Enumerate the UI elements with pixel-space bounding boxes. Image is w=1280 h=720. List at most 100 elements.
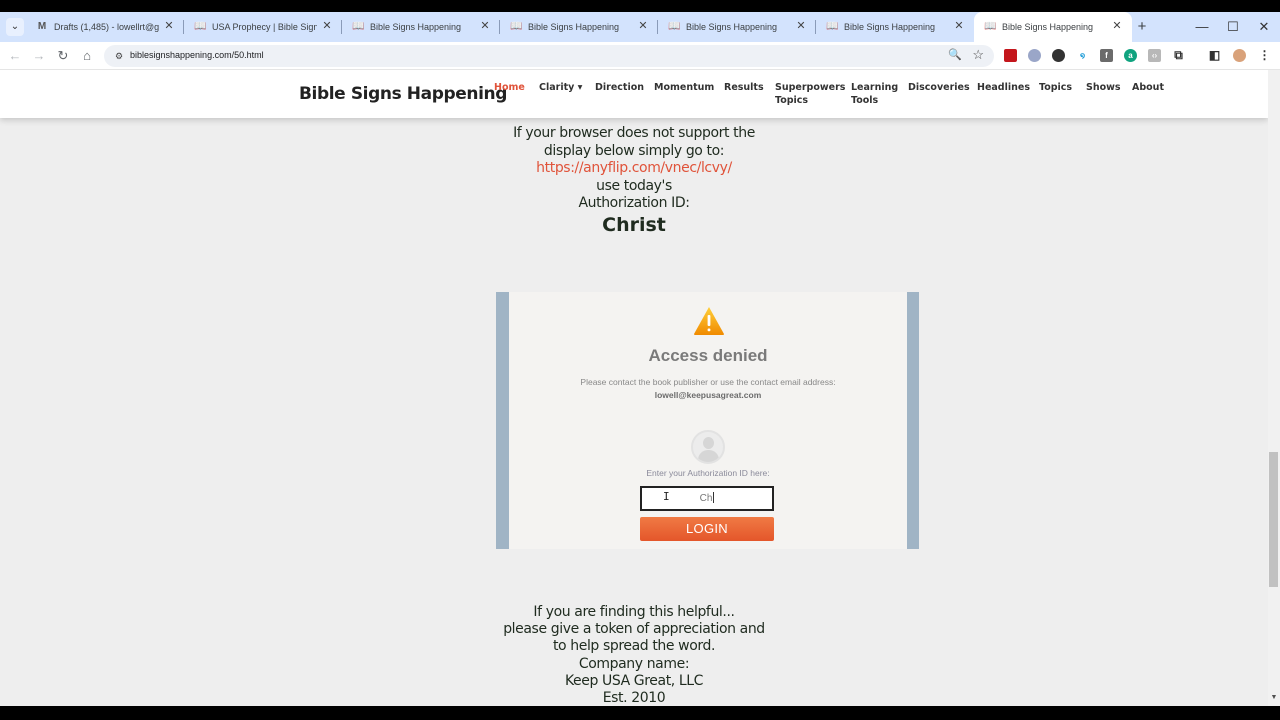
- book-icon: 📖: [984, 21, 997, 32]
- nav-momentum[interactable]: Momentum: [654, 81, 714, 94]
- intro-line: If your browser does not support the: [513, 125, 755, 141]
- facebook-extension-icon[interactable]: f: [1100, 49, 1113, 62]
- profile-avatar[interactable]: [1233, 49, 1246, 62]
- site-info-icon[interactable]: ⚙: [112, 49, 126, 63]
- tab-bible-signs-active[interactable]: 📖 Bible Signs Happening ✕: [974, 12, 1132, 42]
- address-bar[interactable]: ⚙ biblesignshappening.com/50.html 🔍 ☆: [104, 45, 994, 67]
- a-extension-icon[interactable]: a: [1124, 49, 1137, 62]
- nav-results[interactable]: Results: [724, 81, 764, 94]
- scroll-down-arrow-icon[interactable]: ▼: [1268, 694, 1280, 704]
- tab-title: Bible Signs Happening: [844, 22, 936, 32]
- tab-bible-signs-3[interactable]: 📖 Bible Signs Happening ✕: [658, 12, 816, 42]
- close-tab-icon[interactable]: ✕: [636, 19, 650, 33]
- tab-strip: ⌄ M Drafts (1,485) - lowellrt@gmail ✕ 📖 …: [0, 12, 1280, 42]
- browser-menu-icon[interactable]: ⋮: [1258, 49, 1271, 62]
- appreciation-line: to help spread the word.: [552, 638, 716, 655]
- input-value: Ch: [699, 493, 713, 504]
- new-tab-button[interactable]: +: [1133, 18, 1151, 36]
- site-header: Bible Signs Happening Home Clarity ▾ Dir…: [0, 70, 1268, 118]
- close-tab-icon[interactable]: ✕: [162, 19, 176, 33]
- access-denied-title: Access denied: [648, 346, 768, 365]
- close-tab-icon[interactable]: ✕: [794, 19, 808, 33]
- authorization-id-label: Enter your Authorization ID here:: [646, 468, 770, 478]
- anyflip-link[interactable]: https://anyflip.com/vnec/lcvy/: [434, 160, 834, 178]
- tab-title: Drafts (1,485) - lowellrt@gmail: [54, 22, 159, 32]
- tab-title: Bible Signs Happening: [528, 22, 620, 32]
- access-denied-panel: Access denied Please contact the book pu…: [509, 292, 907, 549]
- authorization-id-input[interactable]: Ch: [640, 486, 774, 511]
- text-caret: [713, 492, 715, 503]
- maximize-button[interactable]: ☐: [1223, 17, 1243, 37]
- back-button[interactable]: ←: [6, 47, 24, 65]
- window-close-button[interactable]: ✕: [1254, 17, 1274, 37]
- nav-learning-tools[interactable]: Learning Tools: [851, 81, 898, 107]
- appreciation-line: If you are finding this helpful...: [533, 604, 735, 620]
- nav-discoveries[interactable]: Discoveries: [908, 81, 970, 94]
- tab-usa-prophecy[interactable]: 📖 USA Prophecy | Bible Signs Hap ✕: [184, 12, 342, 42]
- tab-search-button[interactable]: ⌄: [6, 18, 24, 36]
- reload-button[interactable]: ↻: [54, 47, 72, 65]
- avatar-head: [703, 437, 714, 449]
- appreciation-line: please give a token of appreciation and: [503, 621, 765, 638]
- user-avatar-icon: [691, 430, 725, 464]
- extensions-puzzle-icon[interactable]: ⧉: [1172, 49, 1185, 62]
- tab-gmail-drafts[interactable]: M Drafts (1,485) - lowellrt@gmail ✕: [26, 12, 184, 42]
- close-tab-icon[interactable]: ✕: [478, 19, 492, 33]
- pdf-extension-icon[interactable]: [1004, 49, 1017, 62]
- bookmark-star-icon[interactable]: ☆: [972, 47, 984, 63]
- nav-direction[interactable]: Direction: [595, 81, 644, 94]
- avatar-body: [698, 450, 719, 462]
- tab-bible-signs-1[interactable]: 📖 Bible Signs Happening ✕: [342, 12, 500, 42]
- appreciation-text: If you are finding this helpful... pleas…: [434, 604, 834, 706]
- site-brand[interactable]: Bible Signs Happening: [299, 84, 507, 104]
- book-icon: 📖: [352, 21, 365, 32]
- book-icon: 📖: [194, 21, 207, 32]
- taskbar-edge: [0, 706, 1280, 720]
- nav-about[interactable]: About: [1132, 81, 1164, 94]
- side-panel-icon[interactable]: ◧: [1208, 49, 1221, 62]
- tab-title: Bible Signs Happening: [1002, 22, 1094, 32]
- intro-line: Authorization ID:: [578, 195, 690, 211]
- close-tab-icon[interactable]: ✕: [320, 19, 334, 33]
- warning-icon: [694, 307, 724, 335]
- tab-title: Bible Signs Happening: [370, 22, 462, 32]
- tab-bible-signs-4[interactable]: 📖 Bible Signs Happening ✕: [816, 12, 974, 42]
- code-extension-icon[interactable]: ‹›: [1148, 49, 1161, 62]
- tab-bible-signs-2[interactable]: 📖 Bible Signs Happening ✕: [500, 12, 658, 42]
- url-text[interactable]: biblesignshappening.com/50.html: [130, 50, 264, 60]
- forward-button[interactable]: →: [30, 47, 48, 65]
- contact-message: Please contact the book publisher or use…: [580, 377, 836, 387]
- page-scrollbar[interactable]: [1268, 70, 1280, 706]
- flipbook-embed: Access denied Please contact the book pu…: [496, 292, 919, 549]
- nav-headlines[interactable]: Headlines: [977, 81, 1030, 94]
- gear-extension-icon[interactable]: [1052, 49, 1065, 62]
- intro-line: display below simply go to:: [543, 142, 725, 159]
- nav-home[interactable]: Home: [494, 81, 525, 94]
- tab-title: Bible Signs Happening: [686, 22, 778, 32]
- extension-icon[interactable]: [1028, 49, 1041, 62]
- minimize-button[interactable]: —: [1192, 17, 1212, 37]
- book-icon: 📖: [510, 21, 523, 32]
- tab-title: USA Prophecy | Bible Signs Hap: [212, 22, 317, 32]
- nav-superpowers-topics[interactable]: Superpowers Topics: [775, 81, 845, 107]
- login-button[interactable]: LOGIN: [640, 517, 774, 541]
- appreciation-line: Company name:: [578, 655, 690, 672]
- browser-window: ⌄ M Drafts (1,485) - lowellrt@gmail ✕ 📖 …: [0, 0, 1280, 720]
- close-tab-icon[interactable]: ✕: [952, 19, 966, 33]
- contact-email: lowell@keepusagreat.com: [654, 390, 762, 400]
- nav-shows[interactable]: Shows: [1086, 81, 1121, 94]
- company-name: Keep USA Great, LLC: [564, 672, 704, 689]
- close-tab-icon[interactable]: ✕: [1110, 19, 1124, 33]
- established-year: Est. 2010: [602, 690, 666, 706]
- scrollbar-thumb[interactable]: [1269, 452, 1278, 587]
- nav-clarity[interactable]: Clarity ▾: [539, 81, 582, 94]
- browser-toolbar: ← → ↻ ⌂ ⚙ biblesignshappening.com/50.htm…: [0, 42, 1280, 70]
- web-page: Bible Signs Happening Home Clarity ▾ Dir…: [0, 70, 1268, 706]
- text-cursor-icon: I: [663, 490, 670, 503]
- book-icon: 📖: [826, 21, 839, 32]
- home-button[interactable]: ⌂: [78, 47, 96, 65]
- zoom-icon[interactable]: 🔍: [948, 48, 962, 61]
- audio-extension-icon[interactable]: ໑: [1076, 49, 1089, 62]
- authorization-id: Christ: [602, 214, 666, 236]
- nav-topics[interactable]: Topics: [1039, 81, 1072, 94]
